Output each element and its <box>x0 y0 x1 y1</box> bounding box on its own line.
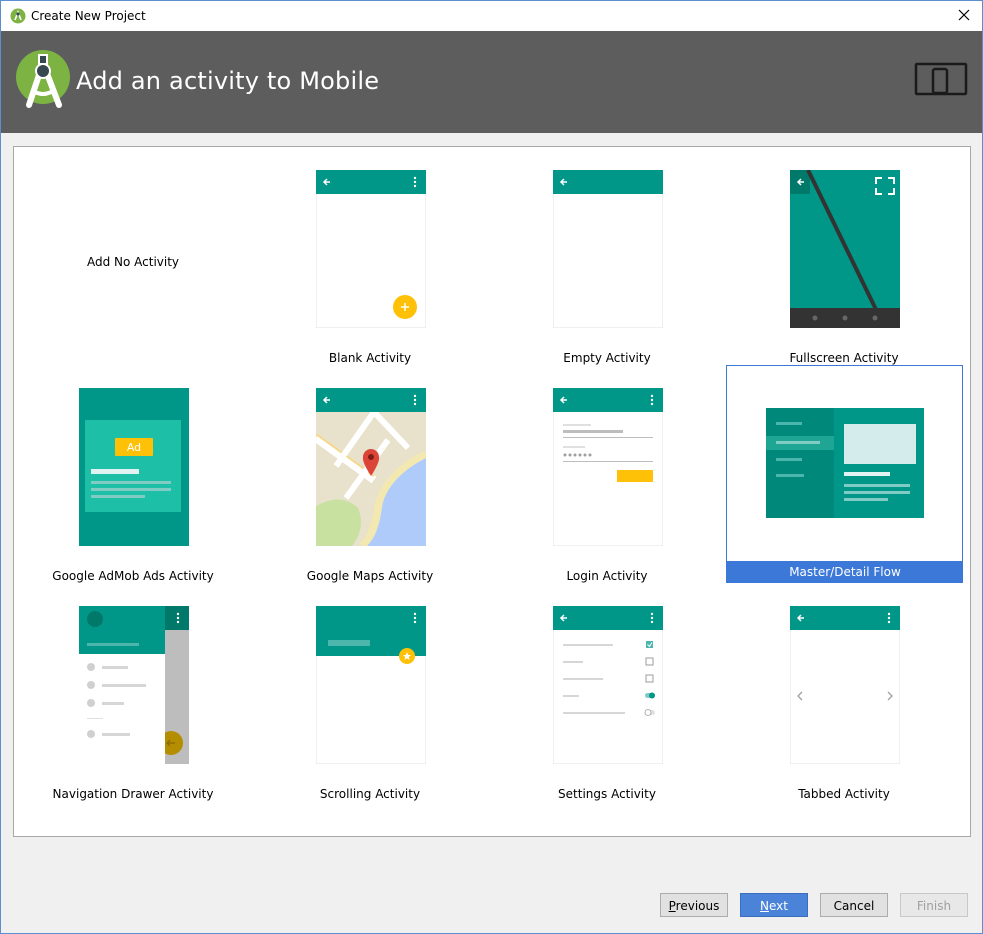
cancel-button[interactable]: Cancel <box>820 893 888 917</box>
activity-label: Scrolling Activity <box>319 787 421 801</box>
activity-gallery: Add No Activity Blank Activity Empty Act… <box>13 146 971 837</box>
activity-label: Master/Detail Flow <box>727 561 963 583</box>
blank-activity-preview <box>316 170 426 328</box>
master-detail-preview <box>766 408 924 518</box>
activity-tile-add-no-activity[interactable]: Add No Activity <box>15 152 251 370</box>
settings-activity-preview <box>553 606 663 764</box>
activity-label: Fullscreen Activity <box>789 351 899 365</box>
title-bar: Create New Project <box>1 1 982 31</box>
activity-label: Navigation Drawer Activity <box>52 787 214 801</box>
next-button[interactable]: Next <box>740 893 808 917</box>
previous-label: revious <box>675 899 720 913</box>
next-label: ext <box>769 899 788 913</box>
activity-label: Blank Activity <box>328 351 412 365</box>
empty-activity-preview <box>553 170 663 328</box>
fullscreen-activity-preview <box>790 170 900 328</box>
activity-tile-maps-activity[interactable]: Google Maps Activity <box>252 370 488 588</box>
activity-label: Tabbed Activity <box>798 787 890 801</box>
activity-tile-master-detail-flow[interactable]: Master/Detail Flow <box>726 365 963 583</box>
activity-tile-fullscreen-activity[interactable]: Fullscreen Activity <box>726 152 962 370</box>
scrolling-activity-preview <box>316 606 426 764</box>
activity-label: Add No Activity <box>86 255 180 269</box>
ad-badge: Ad <box>127 441 141 454</box>
wizard-header: Add an activity to Mobile <box>1 31 982 133</box>
close-icon[interactable] <box>954 5 974 25</box>
dialog-window: Create New Project Add an activity to Mo… <box>0 0 983 934</box>
android-studio-logo-icon <box>16 50 70 108</box>
activity-tile-scrolling-activity[interactable]: Scrolling Activity <box>252 588 488 806</box>
activity-tile-empty-activity[interactable]: Empty Activity <box>489 152 725 370</box>
activity-label: Login Activity <box>566 569 648 583</box>
tablet-phone-icon <box>914 62 968 96</box>
activity-tile-tabbed-activity[interactable]: Tabbed Activity <box>726 588 962 806</box>
activity-label: Google AdMob Ads Activity <box>52 569 214 583</box>
previous-mnemonic: P <box>668 899 676 913</box>
page-title: Add an activity to Mobile <box>76 67 380 95</box>
navigation-drawer-preview <box>79 606 189 764</box>
activity-tile-login-activity[interactable]: Login Activity <box>489 370 725 588</box>
android-studio-icon <box>10 8 26 24</box>
maps-activity-preview <box>316 388 426 546</box>
login-activity-preview <box>553 388 663 546</box>
admob-activity-preview: Ad <box>79 388 189 546</box>
activity-label: Google Maps Activity <box>306 569 434 583</box>
activity-tile-navigation-drawer-activity[interactable]: Navigation Drawer Activity <box>15 588 251 806</box>
activity-label: Settings Activity <box>558 787 656 801</box>
tabbed-activity-preview <box>790 606 900 764</box>
activity-tile-blank-activity[interactable]: Blank Activity <box>252 152 488 370</box>
previous-button[interactable]: Previous <box>660 893 728 917</box>
finish-button: Finish <box>900 893 968 917</box>
activity-tile-admob-activity[interactable]: Ad Google AdMob Ads Activity <box>15 370 251 588</box>
activity-label: Empty Activity <box>563 351 651 365</box>
next-mnemonic: N <box>760 899 769 913</box>
activity-tile-settings-activity[interactable]: Settings Activity <box>489 588 725 806</box>
window-title: Create New Project <box>31 9 146 23</box>
